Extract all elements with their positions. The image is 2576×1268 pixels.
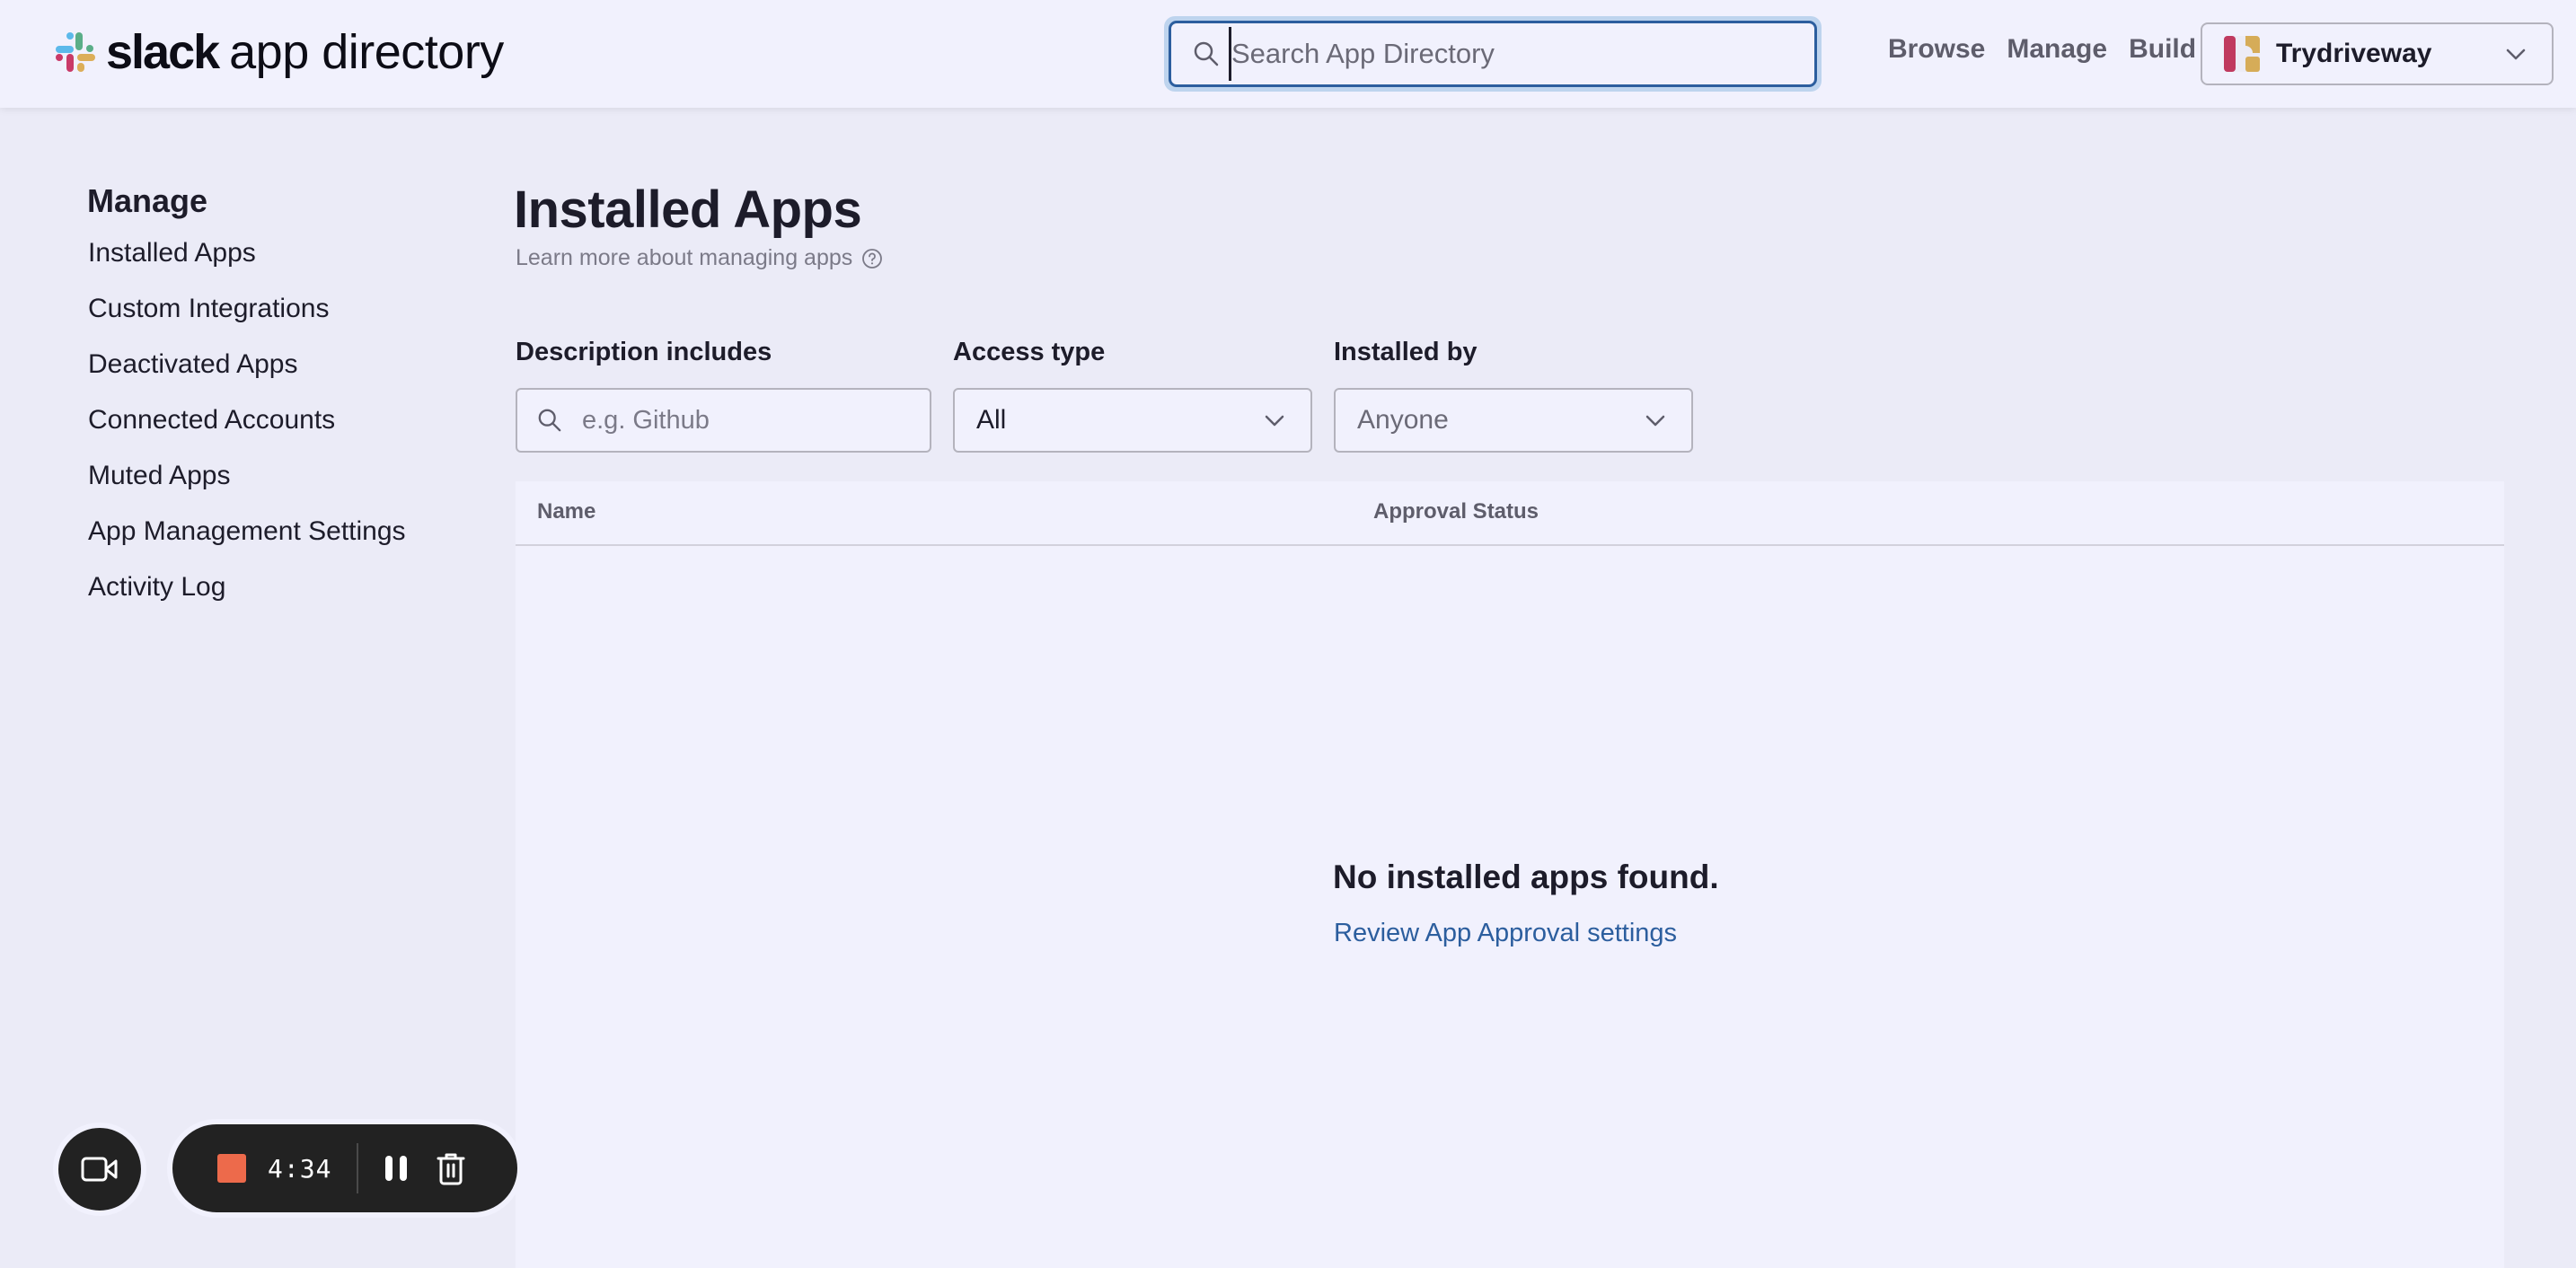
learn-more-link[interactable]: Learn more about managing apps [516,245,883,271]
sidebar-item-app-management-settings[interactable]: App Management Settings [88,514,406,569]
sidebar-item-muted-apps[interactable]: Muted Apps [88,458,406,514]
sidebar-item-custom-integrations[interactable]: Custom Integrations [88,291,406,347]
description-filter-field[interactable] [516,388,931,453]
logo-wordmark-slack: slack [106,25,220,79]
access-type-label: Access type [953,338,1106,366]
recording-timer: 4:34 [268,1153,332,1184]
trash-icon[interactable] [436,1151,466,1185]
search-icon [538,409,561,432]
nav-browse[interactable]: Browse [1888,34,1985,65]
sidebar-heading: Manage [87,182,208,219]
column-header-name[interactable]: Name [537,499,595,524]
top-header: slack app directory Browse Manage Build … [0,0,2576,108]
search-app-directory-input[interactable] [1229,27,1814,81]
workspace-name: Trydriveway [2276,39,2432,68]
sidebar-item-deactivated-apps[interactable]: Deactivated Apps [88,347,406,402]
sidebar-item-installed-apps[interactable]: Installed Apps [88,235,406,291]
stop-recording-button[interactable] [217,1154,246,1183]
help-circle-icon [862,248,883,269]
access-type-select[interactable]: All [953,388,1312,453]
pause-icon-bar [385,1156,393,1181]
empty-state-message: No installed apps found. [1333,859,1719,895]
learn-more-text: Learn more about managing apps [516,245,853,270]
search-focus-ring [1164,16,1822,92]
pause-recording-button[interactable] [385,1156,408,1181]
search-icon [1194,41,1219,66]
slack-logo-icon [56,32,95,72]
pause-icon-bar [400,1156,408,1181]
installed-apps-table: Name Approval Status No installed apps f… [516,481,2504,1268]
description-filter-label: Description includes [516,338,772,366]
nav-build[interactable]: Build [2129,34,2196,65]
chevron-down-icon [2506,48,2526,60]
camera-icon [81,1157,118,1182]
sidebar-nav: Installed Apps Custom Integrations Deact… [88,235,406,625]
table-header: Name Approval Status [516,481,2504,546]
column-header-approval-status[interactable]: Approval Status [1373,499,1539,524]
nav-manage[interactable]: Manage [2007,34,2107,65]
review-app-approval-settings-link[interactable]: Review App Approval settings [1334,919,1677,948]
recording-controls: 4:34 [167,1119,523,1218]
sidebar-item-connected-accounts[interactable]: Connected Accounts [88,402,406,458]
top-nav: Browse Manage Build [1888,34,2196,65]
description-filter-input[interactable] [582,405,930,436]
page-title: Installed Apps [514,181,862,239]
camera-toggle-button[interactable] [53,1123,146,1216]
installed-by-select[interactable]: Anyone [1334,388,1693,453]
slack-app-directory-logo[interactable]: slack app directory [54,25,504,79]
installed-by-label: Installed by [1334,338,1478,366]
sidebar-item-activity-log[interactable]: Activity Log [88,569,406,625]
logo-wordmark-app-directory: app directory [229,25,504,79]
search-box[interactable] [1169,21,1817,87]
workspace-switcher[interactable]: Trydriveway [2201,22,2554,85]
chevron-down-icon [1265,415,1284,427]
access-type-value: All [976,405,1007,435]
installed-by-value: Anyone [1357,405,1449,435]
chevron-down-icon [1645,415,1665,427]
divider [357,1143,359,1193]
workspace-logo-icon [2224,36,2260,72]
